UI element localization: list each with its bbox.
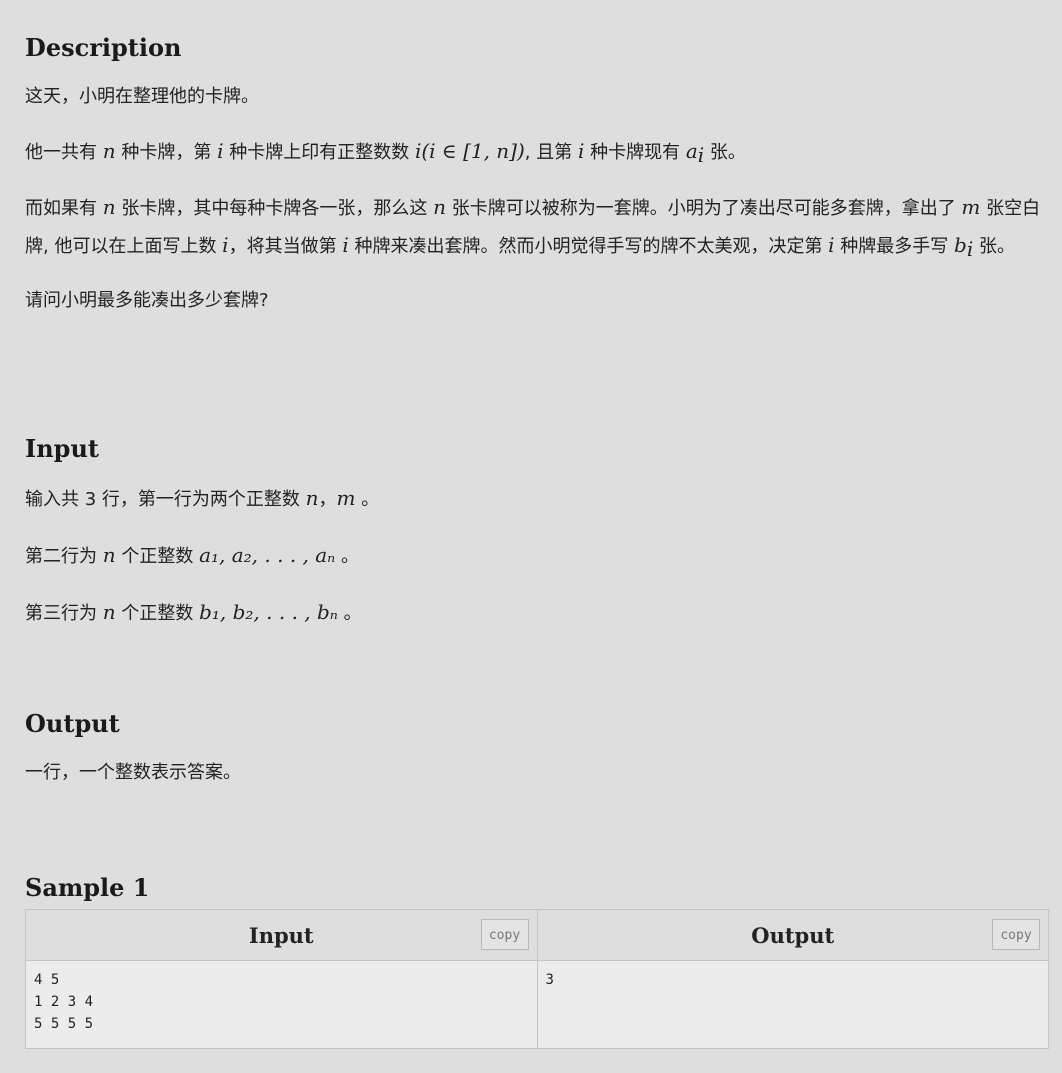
math-n: n <box>433 195 446 219</box>
math-n: n <box>102 543 116 567</box>
sample-output-header: Output copy <box>536 909 1049 961</box>
math-range-expression: (i ∈ [1, n]) <box>421 139 525 163</box>
sample-input-data: 4 5 1 2 3 4 5 5 5 5 <box>25 960 538 1049</box>
sample-header-row: Input copy Output copy <box>25 909 1049 961</box>
math-n: n <box>102 600 116 624</box>
math-b: b <box>954 233 967 257</box>
math-m: m <box>336 486 356 510</box>
sample-heading: Sample 1 <box>25 873 150 902</box>
description-paragraph-1: 这天，小明在整理他的卡牌。 <box>25 86 259 107</box>
math-n: n <box>305 486 319 510</box>
input-line-1: 输入共 3 行，第一行为两个正整数 n，m 。 <box>25 486 380 510</box>
sample-section: Sample 1 <box>25 873 150 902</box>
math-b-sequence: b₁, b₂, . . . , bₙ <box>199 600 338 624</box>
math-n: n <box>102 139 116 163</box>
output-heading: Output <box>25 709 120 738</box>
copy-input-button[interactable]: copy <box>480 919 529 950</box>
sample-input-header: Input copy <box>25 909 538 961</box>
description-section: Description 这天，小明在整理他的卡牌。 他一共有 n 种卡牌，第 i… <box>25 33 1049 319</box>
input-line-3: 第三行为 n 个正整数 b₁, b₂, . . . , bₙ 。 <box>25 600 362 624</box>
description-paragraph-3: 而如果有 n 张卡牌，其中每种卡牌各一张，那么这 n 张卡牌可以被称为一套牌。小… <box>25 195 1041 261</box>
input-line-2: 第二行为 n 个正整数 a₁, a₂, . . . , aₙ 。 <box>25 543 360 567</box>
input-section: Input 输入共 3 行，第一行为两个正整数 n，m 。 第二行为 n 个正整… <box>25 434 1049 632</box>
sample-data-row: 4 5 1 2 3 4 5 5 5 5 3 <box>25 960 1049 1049</box>
sample-output-data: 3 <box>536 960 1049 1049</box>
copy-output-button[interactable]: copy <box>992 919 1040 950</box>
description-paragraph-2: 他一共有 n 种卡牌，第 i 种卡牌上印有正整数数 i(i ∈ [1, n]),… <box>25 139 746 167</box>
math-a-sequence: a₁, a₂, . . . , aₙ <box>199 543 336 567</box>
sample-table: Input copy Output copy 4 5 1 2 3 4 5 5 5… <box>25 909 1049 1049</box>
math-a: a <box>685 139 698 163</box>
math-m: m <box>961 195 981 219</box>
math-n: n <box>102 195 116 219</box>
description-paragraph-4: 请问小明最多能凑出多少套牌? <box>25 290 269 311</box>
description-heading: Description <box>25 33 182 62</box>
output-section: Output 一行，一个整数表示答案。 <box>25 709 1049 791</box>
input-heading: Input <box>25 434 99 463</box>
output-paragraph: 一行，一个整数表示答案。 <box>25 762 241 783</box>
